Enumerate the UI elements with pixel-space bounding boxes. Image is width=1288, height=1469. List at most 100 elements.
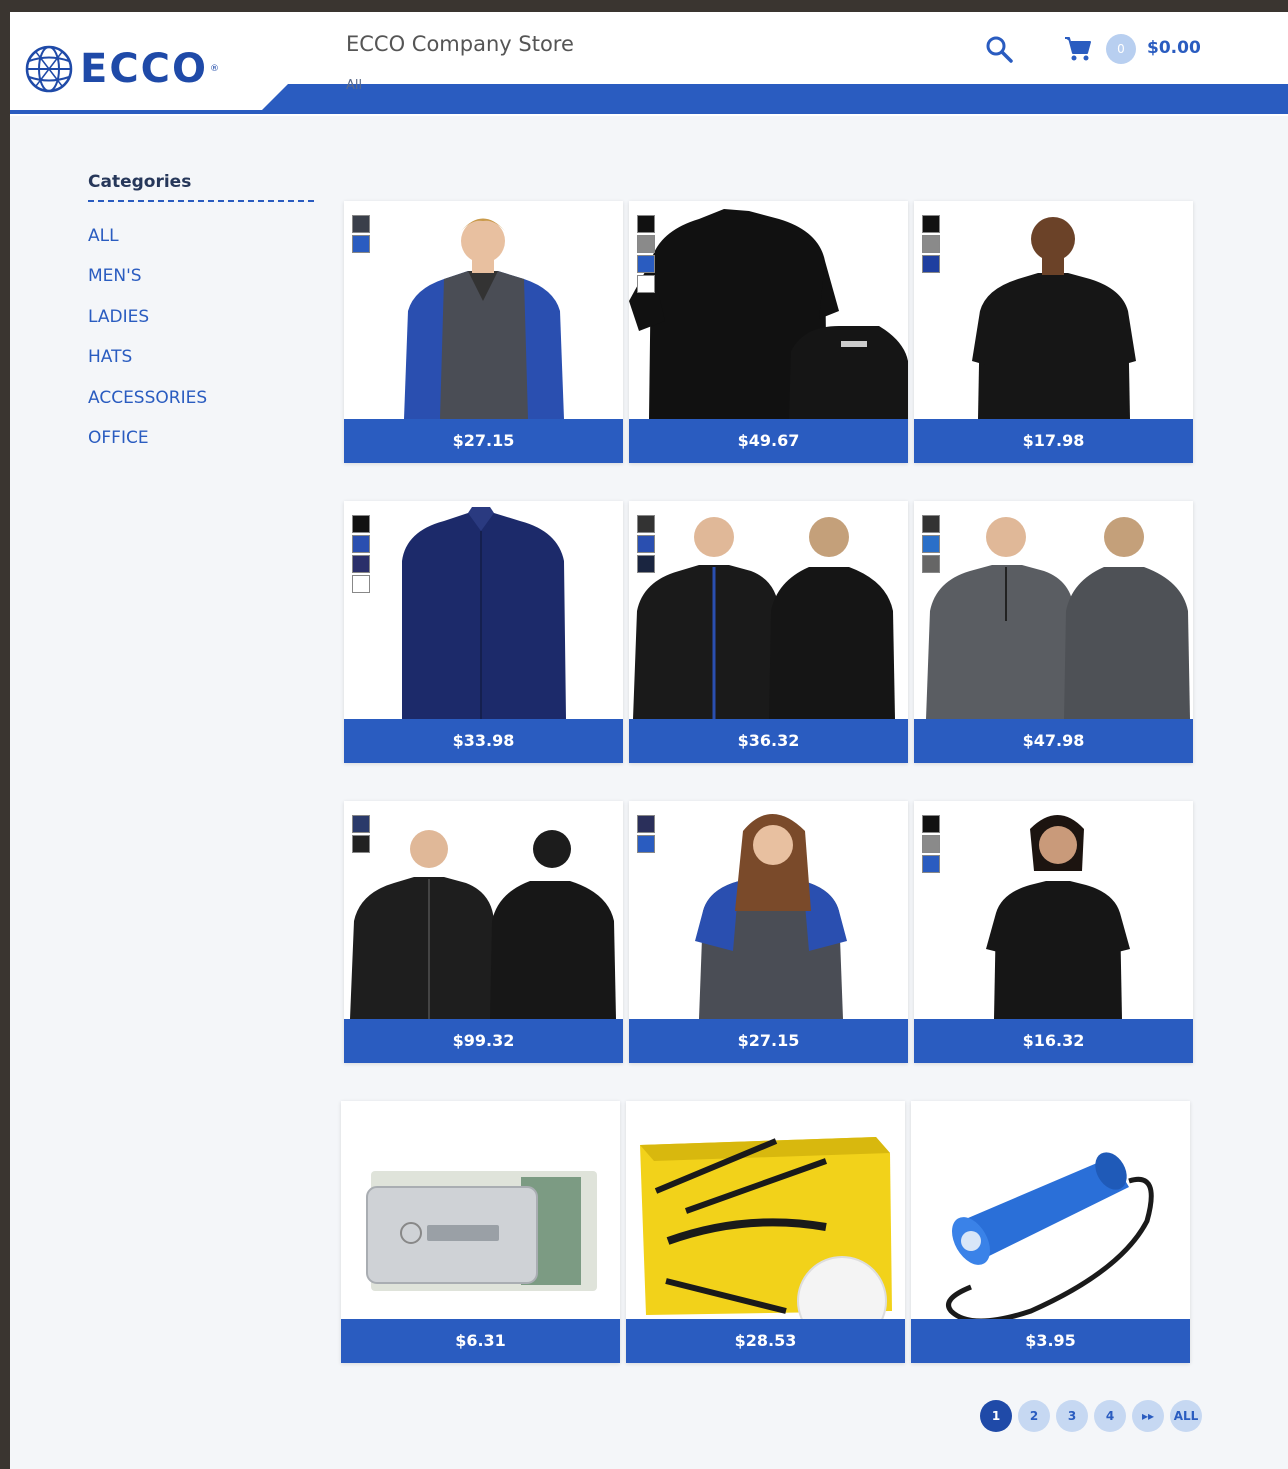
product-image-men-tee[interactable] xyxy=(914,201,1193,419)
color-swatches xyxy=(637,215,655,293)
product-card[interactable]: $99.32 xyxy=(344,801,623,1063)
product-price: $99.32 xyxy=(344,1019,623,1063)
pagination: 1 2 3 4 ▸▸ ALL xyxy=(980,1400,1202,1432)
product-image-money-clip[interactable] xyxy=(341,1101,620,1319)
registered-mark-icon: ® xyxy=(210,64,220,74)
color-swatch[interactable] xyxy=(922,855,940,873)
color-swatches xyxy=(922,215,940,273)
product-price: $47.98 xyxy=(914,719,1193,763)
page: ECCO ® ECCO Company Store All 0 $0.00 Cat… xyxy=(10,12,1288,1469)
product-price: $27.15 xyxy=(629,1019,908,1063)
product-price: $3.95 xyxy=(911,1319,1190,1363)
color-swatches xyxy=(637,815,655,853)
header: ECCO ® ECCO Company Store All 0 $0.00 xyxy=(10,12,1288,116)
color-swatch[interactable] xyxy=(352,235,370,253)
next-pages-icon[interactable]: ▸▸ xyxy=(1132,1400,1164,1432)
color-swatch[interactable] xyxy=(352,835,370,853)
search-icon[interactable] xyxy=(984,34,1014,64)
cart-total[interactable]: $0.00 xyxy=(1147,38,1201,58)
header-rule xyxy=(10,110,1288,114)
page-2-button[interactable]: 2 xyxy=(1018,1400,1050,1432)
color-swatch[interactable] xyxy=(922,555,940,573)
product-price: $17.98 xyxy=(914,419,1193,463)
product-card[interactable]: $27.15 xyxy=(629,801,908,1063)
product-image-dress-shirt[interactable] xyxy=(344,501,623,719)
product-price: $49.67 xyxy=(629,419,908,463)
page-1-button[interactable]: 1 xyxy=(980,1400,1012,1432)
product-image-men-polo[interactable] xyxy=(344,201,623,419)
product-image-quarter-zip[interactable] xyxy=(914,501,1193,719)
product-card[interactable]: $17.98 xyxy=(914,201,1193,463)
product-price: $6.31 xyxy=(341,1319,620,1363)
color-swatch[interactable] xyxy=(352,535,370,553)
product-card[interactable]: $6.31 xyxy=(341,1101,620,1363)
cart-count-badge[interactable]: 0 xyxy=(1106,34,1136,64)
color-swatch[interactable] xyxy=(637,255,655,273)
color-swatch[interactable] xyxy=(922,215,940,233)
category-accessories[interactable]: ACCESSORIES xyxy=(88,386,207,426)
color-swatch[interactable] xyxy=(352,515,370,533)
color-swatch[interactable] xyxy=(637,275,655,293)
color-swatch[interactable] xyxy=(922,835,940,853)
category-office[interactable]: OFFICE xyxy=(88,426,207,466)
color-swatch[interactable] xyxy=(352,555,370,573)
product-image-hoodie[interactable] xyxy=(629,501,908,719)
color-swatch[interactable] xyxy=(637,835,655,853)
product-card[interactable]: $36.32 xyxy=(629,501,908,763)
breadcrumb[interactable]: All xyxy=(346,78,362,93)
category-mens[interactable]: MEN'S xyxy=(88,264,207,304)
product-price: $28.53 xyxy=(626,1319,905,1363)
color-swatch[interactable] xyxy=(637,815,655,833)
page-3-button[interactable]: 3 xyxy=(1056,1400,1088,1432)
category-ladies[interactable]: LADIES xyxy=(88,305,207,345)
color-swatches xyxy=(352,215,370,253)
product-price: $33.98 xyxy=(344,719,623,763)
product-image-golf-balls[interactable] xyxy=(626,1101,905,1319)
color-swatch[interactable] xyxy=(637,235,655,253)
product-image-ladies-tee[interactable] xyxy=(914,801,1193,1019)
brand-wordmark: ECCO xyxy=(80,46,209,92)
product-price: $36.32 xyxy=(629,719,908,763)
color-swatch[interactable] xyxy=(922,255,940,273)
product-card[interactable]: $28.53 xyxy=(626,1101,905,1363)
all-pages-button[interactable]: ALL xyxy=(1170,1400,1202,1432)
product-card[interactable]: $49.67 xyxy=(629,201,908,463)
color-swatch[interactable] xyxy=(352,815,370,833)
product-price: $16.32 xyxy=(914,1019,1193,1063)
product-card[interactable]: $16.32 xyxy=(914,801,1193,1063)
color-swatch[interactable] xyxy=(922,535,940,553)
product-image-black-polo[interactable] xyxy=(629,201,908,419)
color-swatch[interactable] xyxy=(637,515,655,533)
category-hats[interactable]: HATS xyxy=(88,345,207,385)
color-swatches xyxy=(922,515,940,573)
color-swatch[interactable] xyxy=(922,815,940,833)
page-4-button[interactable]: 4 xyxy=(1094,1400,1126,1432)
product-image-flashlight[interactable] xyxy=(911,1101,1190,1319)
color-swatches xyxy=(637,515,655,573)
color-swatch[interactable] xyxy=(637,535,655,553)
product-card[interactable]: $47.98 xyxy=(914,501,1193,763)
product-card[interactable]: $33.98 xyxy=(344,501,623,763)
product-image-jacket[interactable] xyxy=(344,801,623,1019)
product-price: $27.15 xyxy=(344,419,623,463)
cart-icon[interactable] xyxy=(1064,36,1092,62)
color-swatches xyxy=(352,515,370,593)
categories-divider xyxy=(88,200,314,202)
color-swatch[interactable] xyxy=(352,215,370,233)
category-all[interactable]: ALL xyxy=(88,224,207,264)
globe-icon xyxy=(25,45,73,93)
color-swatch[interactable] xyxy=(352,575,370,593)
product-card[interactable]: $3.95 xyxy=(911,1101,1190,1363)
color-swatch[interactable] xyxy=(637,215,655,233)
store-title: ECCO Company Store xyxy=(346,32,574,56)
category-list: ALL MEN'S LADIES HATS ACCESSORIES OFFICE xyxy=(88,224,207,466)
color-swatches xyxy=(922,815,940,873)
color-swatch[interactable] xyxy=(637,555,655,573)
color-swatch[interactable] xyxy=(922,515,940,533)
categories-title: Categories xyxy=(88,172,192,192)
color-swatches xyxy=(352,815,370,853)
brand-logo[interactable]: ECCO ® xyxy=(24,44,219,94)
product-image-ladies-polo[interactable] xyxy=(629,801,908,1019)
color-swatch[interactable] xyxy=(922,235,940,253)
product-card[interactable]: $27.15 xyxy=(344,201,623,463)
